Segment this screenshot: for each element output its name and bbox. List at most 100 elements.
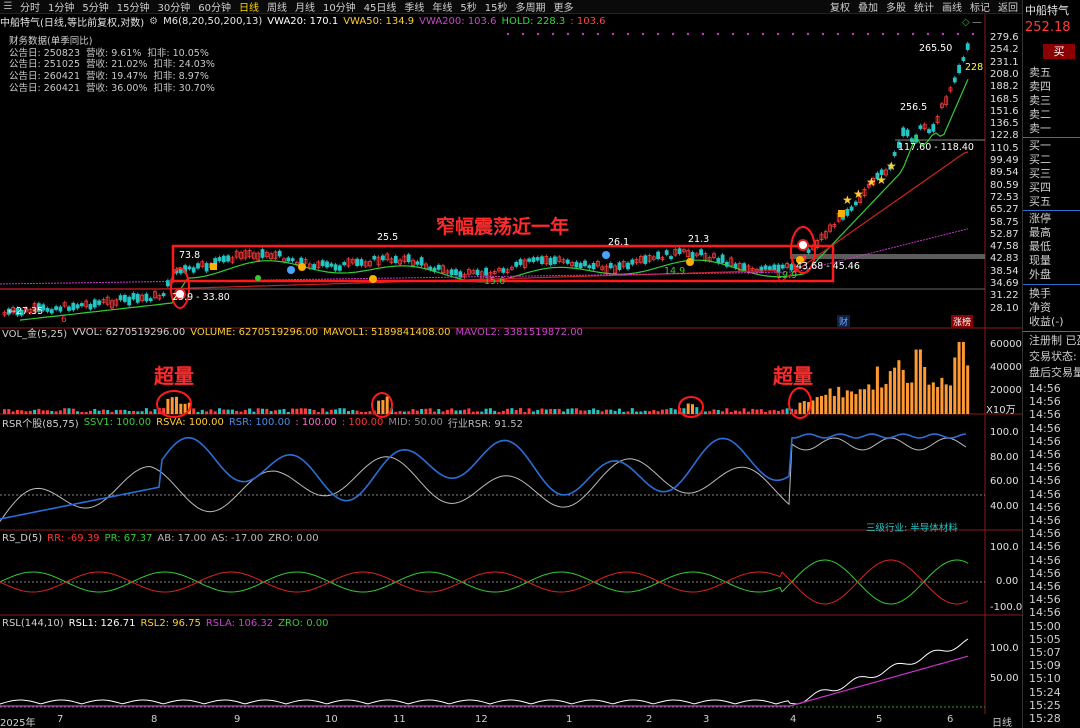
candle[interactable] [204,263,209,272]
volume-bar[interactable] [278,409,282,414]
candle[interactable] [475,269,480,275]
volume-bar[interactable] [746,411,750,414]
candle[interactable] [312,264,317,269]
volume-bar[interactable] [428,408,432,414]
signal-icon[interactable] [838,210,845,217]
volume-bar[interactable] [480,411,484,414]
volume-bar[interactable] [286,411,290,414]
volume-bar[interactable] [33,409,37,414]
signal-icon[interactable] [210,263,217,270]
signal-icon[interactable] [255,275,261,281]
event-dot[interactable] [701,32,705,36]
volume-bar[interactable] [127,411,131,414]
volume-bar[interactable] [755,409,759,414]
candle[interactable] [901,127,906,137]
event-dot[interactable] [626,32,630,36]
signal-icon[interactable] [797,239,809,251]
volume-bar[interactable] [695,407,699,414]
candle[interactable] [325,261,329,268]
volume-bar[interactable] [402,411,406,414]
volume-bar[interactable] [351,409,355,414]
period-tab[interactable]: 分时 [16,0,44,14]
event-dot[interactable] [791,32,795,36]
volume-bar[interactable] [364,411,368,414]
volume-bar[interactable] [600,411,604,414]
event-dot[interactable] [566,32,570,36]
volume-bar[interactable] [562,411,565,414]
volume-bar[interactable] [712,409,716,414]
volume-bar[interactable] [725,408,729,414]
volume-bar[interactable] [407,411,411,414]
volume-bar[interactable] [213,411,217,414]
volume-bar[interactable] [106,410,110,414]
volume-bar[interactable] [179,403,183,414]
volume-bar[interactable] [906,382,909,414]
volume-bar[interactable] [961,342,965,414]
period-tab[interactable]: 60分钟 [194,0,235,14]
volume-bar[interactable] [312,409,316,414]
event-dot[interactable] [716,32,720,36]
candle[interactable] [217,257,222,262]
volume-bar[interactable] [531,411,535,414]
volume-bar[interactable] [759,409,763,414]
candle[interactable] [67,306,71,311]
volume-bar[interactable] [441,411,445,414]
candle[interactable] [191,267,196,273]
period-tab[interactable]: 15秒 [481,0,512,14]
candle[interactable] [626,262,630,270]
volume-bar[interactable] [691,404,694,414]
volume-bar[interactable] [777,411,780,414]
volume-bar[interactable] [136,411,140,414]
candle[interactable] [45,307,50,312]
volume-bar[interactable] [58,410,62,414]
event-dot[interactable] [941,32,945,36]
volume-bar[interactable] [394,411,398,414]
rsr-title[interactable]: RSR个股(85,75) [2,415,79,430]
volume-bar[interactable] [325,411,329,414]
volume-bar[interactable] [415,410,419,414]
period-tab-more[interactable]: 更多 [550,0,578,14]
candle[interactable] [277,250,282,257]
candle[interactable] [849,206,854,211]
volume-bar[interactable] [553,409,557,414]
candle[interactable] [501,268,506,273]
volume-bar[interactable] [506,408,510,414]
volume-bar[interactable] [845,390,849,414]
candle[interactable] [845,208,850,216]
volume-bar[interactable] [153,409,157,414]
candle[interactable] [290,258,295,262]
event-dot[interactable] [866,32,870,36]
event-dot[interactable] [536,32,540,36]
volume-bar[interactable] [338,408,342,414]
volume-bar[interactable] [794,409,798,414]
candle[interactable] [677,248,682,254]
period-tab[interactable]: 周线 [263,0,291,14]
volume-bar[interactable] [3,409,6,414]
period-tab[interactable]: 5秒 [456,0,480,14]
volume-bar[interactable] [592,408,596,414]
volume-bar[interactable] [420,409,424,414]
candle[interactable] [892,152,897,156]
signal-icon[interactable] [369,275,377,283]
volume-bar[interactable] [579,410,583,414]
candle[interactable] [965,43,970,50]
candle[interactable] [608,263,613,269]
candle[interactable] [49,309,54,314]
candle[interactable] [548,257,553,265]
volume-bar[interactable] [820,395,823,414]
volume-bar[interactable] [622,411,626,414]
candle[interactable] [88,304,93,310]
volume-bar[interactable] [385,396,389,414]
candle[interactable] [342,262,347,266]
volume-bar[interactable] [660,409,664,414]
volume-bar[interactable] [514,410,518,414]
event-dot[interactable] [641,32,645,36]
tag-zb[interactable]: 涨榜 [951,315,974,328]
multi-stock-button[interactable]: 多股 [882,0,910,14]
volume-bar[interactable] [256,408,260,414]
period-tab[interactable]: 月线 [291,0,319,14]
signal-icon[interactable] [686,258,694,266]
volume-bar[interactable] [368,411,372,414]
event-dot[interactable] [776,32,780,36]
event-dot[interactable] [821,32,825,36]
